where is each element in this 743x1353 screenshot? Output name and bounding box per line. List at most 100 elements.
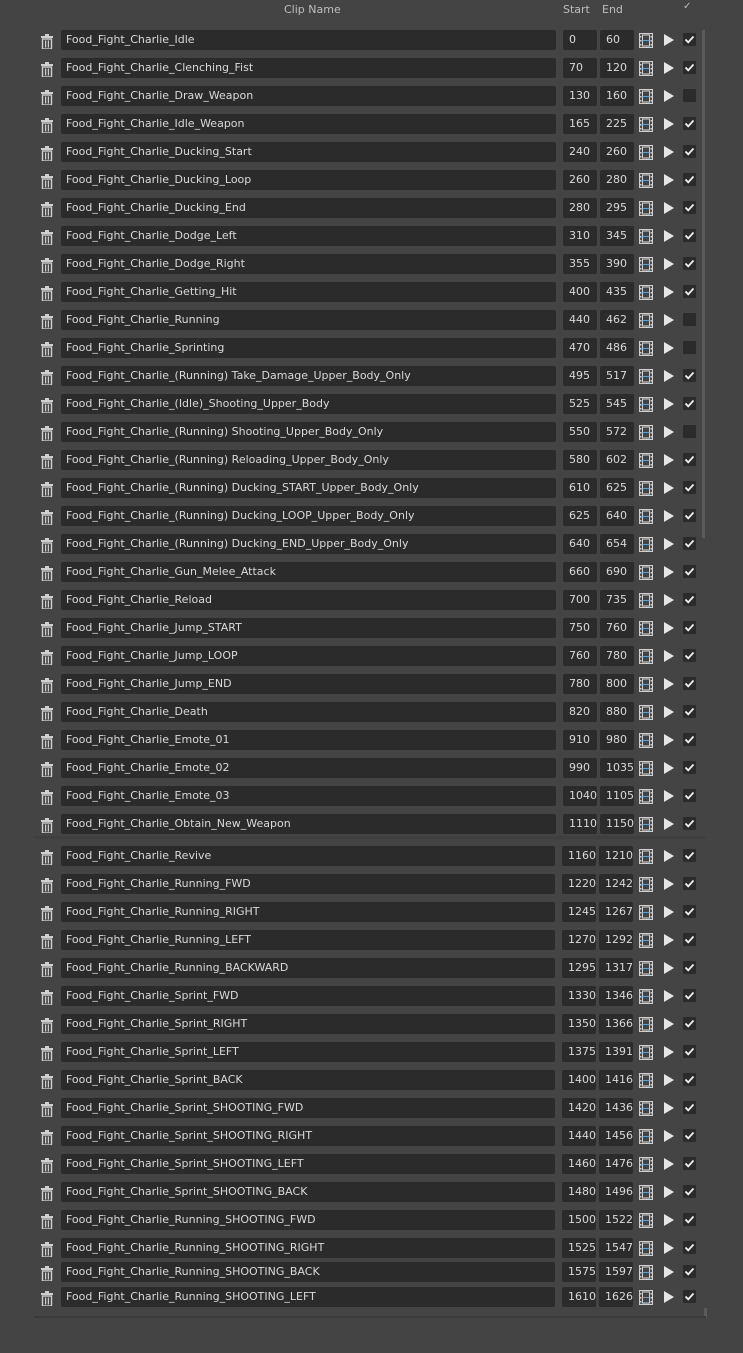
enable-checkbox[interactable] (683, 481, 696, 494)
play-icon[interactable] (664, 90, 674, 102)
play-icon[interactable] (664, 934, 674, 946)
clip-name-field[interactable]: Food_Fight_Charlie_(Running) Take_Damage… (61, 366, 556, 386)
end-frame-field[interactable]: 880 (600, 702, 634, 722)
start-frame-field[interactable]: 440 (563, 310, 597, 330)
trash-icon[interactable] (41, 990, 53, 1006)
film-icon[interactable] (638, 732, 654, 749)
trash-icon[interactable] (41, 1018, 53, 1034)
trash-icon[interactable] (41, 622, 53, 638)
enable-checkbox[interactable] (683, 257, 696, 270)
end-frame-field[interactable]: 1035 (600, 758, 634, 778)
enable-checkbox[interactable] (683, 1073, 696, 1086)
play-icon[interactable] (664, 678, 674, 690)
clip-name-field[interactable]: Food_Fight_Charlie_Sprint_RIGHT (61, 1014, 555, 1034)
end-frame-field[interactable]: 640 (600, 506, 634, 526)
enable-checkbox[interactable] (683, 989, 696, 1002)
play-icon[interactable] (664, 790, 674, 802)
end-frame-field[interactable]: 690 (600, 562, 634, 582)
start-frame-field[interactable]: 260 (563, 170, 597, 190)
trash-icon[interactable] (41, 230, 53, 246)
start-frame-field[interactable]: 1270 (562, 930, 596, 950)
play-icon[interactable] (664, 622, 674, 634)
start-frame-field[interactable]: 640 (563, 534, 597, 554)
film-icon[interactable] (638, 144, 654, 161)
trash-icon[interactable] (41, 62, 53, 78)
enable-checkbox[interactable] (683, 1265, 696, 1278)
film-icon[interactable] (638, 424, 654, 441)
film-icon[interactable] (638, 284, 654, 301)
play-icon[interactable] (664, 818, 674, 830)
trash-icon[interactable] (41, 1186, 53, 1202)
trash-icon[interactable] (41, 1130, 53, 1146)
film-icon[interactable] (638, 1289, 654, 1306)
film-icon[interactable] (638, 508, 654, 525)
enable-checkbox[interactable] (683, 733, 696, 746)
film-icon[interactable] (638, 1072, 654, 1089)
end-frame-field[interactable]: 1267 (599, 902, 633, 922)
enable-checkbox[interactable] (683, 1101, 696, 1114)
trash-icon[interactable] (41, 1102, 53, 1118)
film-icon[interactable] (638, 788, 654, 805)
play-icon[interactable] (664, 1242, 674, 1254)
end-frame-field[interactable]: 517 (600, 366, 634, 386)
enable-checkbox[interactable] (683, 201, 696, 214)
play-icon[interactable] (664, 566, 674, 578)
play-icon[interactable] (664, 398, 674, 410)
start-frame-field[interactable]: 1160 (562, 846, 596, 866)
enable-checkbox[interactable] (683, 117, 696, 130)
end-frame-field[interactable]: 602 (600, 450, 634, 470)
enable-checkbox[interactable] (683, 933, 696, 946)
end-frame-field[interactable]: 625 (600, 478, 634, 498)
trash-icon[interactable] (41, 118, 53, 134)
enable-checkbox[interactable] (683, 1157, 696, 1170)
enable-checkbox[interactable] (683, 877, 696, 890)
start-frame-field[interactable]: 1400 (562, 1070, 596, 1090)
play-icon[interactable] (664, 538, 674, 550)
end-frame-field[interactable]: 800 (600, 674, 634, 694)
film-icon[interactable] (638, 704, 654, 721)
play-icon[interactable] (664, 1130, 674, 1142)
film-icon[interactable] (638, 1184, 654, 1201)
clip-name-field[interactable]: Food_Fight_Charlie_Revive (61, 846, 555, 866)
clip-name-field[interactable]: Food_Fight_Charlie_Obtain_New_Weapon (61, 814, 556, 834)
start-frame-field[interactable]: 990 (563, 758, 597, 778)
start-frame-field[interactable]: 1375 (562, 1042, 596, 1062)
trash-icon[interactable] (41, 538, 53, 554)
play-icon[interactable] (664, 594, 674, 606)
clip-name-field[interactable]: Food_Fight_Charlie_Sprint_BACK (61, 1070, 555, 1090)
trash-icon[interactable] (41, 286, 53, 302)
enable-checkbox[interactable] (683, 173, 696, 186)
play-icon[interactable] (664, 510, 674, 522)
enable-checkbox[interactable] (683, 905, 696, 918)
trash-icon[interactable] (41, 174, 53, 190)
enable-checkbox[interactable] (683, 849, 696, 862)
trash-icon[interactable] (41, 906, 53, 922)
enable-checkbox[interactable] (683, 705, 696, 718)
trash-icon[interactable] (41, 426, 53, 442)
film-icon[interactable] (638, 1128, 654, 1145)
film-icon[interactable] (638, 1264, 654, 1281)
play-icon[interactable] (664, 118, 674, 130)
clip-name-field[interactable]: Food_Fight_Charlie_Sprint_SHOOTING_LEFT (61, 1154, 555, 1174)
enable-checkbox[interactable] (683, 509, 696, 522)
film-icon[interactable] (638, 452, 654, 469)
end-frame-field[interactable]: 1292 (599, 930, 633, 950)
enable-checkbox[interactable] (683, 537, 696, 550)
start-frame-field[interactable]: 660 (563, 562, 597, 582)
clip-name-field[interactable]: Food_Fight_Charlie_Ducking_End (61, 198, 556, 218)
clip-name-field[interactable]: Food_Fight_Charlie_Dodge_Left (61, 226, 556, 246)
end-frame-field[interactable]: 1210 (599, 846, 633, 866)
end-frame-field[interactable]: 295 (600, 198, 634, 218)
enable-checkbox[interactable] (683, 61, 696, 74)
clip-name-field[interactable]: Food_Fight_Charlie_Running_FWD (61, 874, 555, 894)
film-icon[interactable] (638, 988, 654, 1005)
clip-name-field[interactable]: Food_Fight_Charlie_Sprint_FWD (61, 986, 555, 1006)
trash-icon[interactable] (41, 482, 53, 498)
start-frame-field[interactable]: 1575 (562, 1262, 596, 1282)
trash-icon[interactable] (41, 1266, 53, 1282)
start-frame-field[interactable]: 625 (563, 506, 597, 526)
film-icon[interactable] (638, 88, 654, 105)
end-frame-field[interactable]: 1476 (599, 1154, 633, 1174)
film-icon[interactable] (638, 1044, 654, 1061)
trash-icon[interactable] (41, 454, 53, 470)
